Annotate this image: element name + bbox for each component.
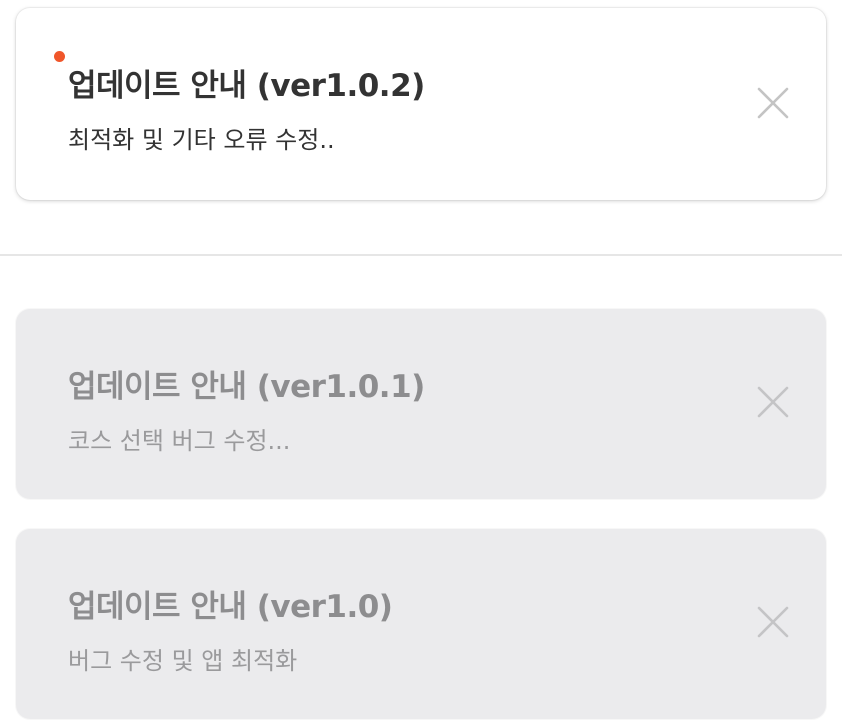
notice-description: 최적화 및 기타 오류 수정..	[68, 126, 335, 154]
close-icon[interactable]	[756, 86, 790, 120]
notice-title: 업데이트 안내 (ver1.0)	[68, 589, 393, 625]
notification-list: 업데이트 안내 (ver1.0.2) 최적화 및 기타 오류 수정.. 업데이트…	[0, 0, 842, 720]
section-divider	[0, 254, 842, 256]
close-icon[interactable]	[756, 605, 790, 639]
notice-card-read[interactable]: 업데이트 안내 (ver1.0.1) 코스 선택 버그 수정...	[16, 309, 826, 499]
notice-title: 업데이트 안내 (ver1.0.1)	[68, 369, 425, 405]
notice-card-read[interactable]: 업데이트 안내 (ver1.0) 버그 수정 및 앱 최적화	[16, 529, 826, 719]
notice-description: 버그 수정 및 앱 최적화	[68, 647, 298, 675]
close-icon[interactable]	[756, 385, 790, 419]
unread-dot-icon	[54, 51, 65, 62]
notice-description: 코스 선택 버그 수정...	[68, 427, 291, 455]
notice-card-unread[interactable]: 업데이트 안내 (ver1.0.2) 최적화 및 기타 오류 수정..	[16, 8, 826, 200]
notice-title: 업데이트 안내 (ver1.0.2)	[68, 68, 425, 104]
